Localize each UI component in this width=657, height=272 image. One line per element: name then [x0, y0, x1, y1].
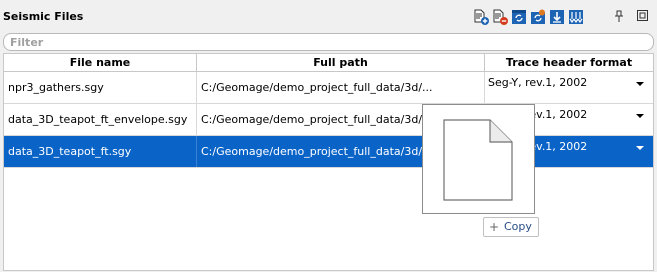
reload-icon[interactable] — [530, 9, 546, 25]
table-row[interactable]: npr3_gathers.sgy C:/Geomage/demo_project… — [4, 72, 653, 104]
chevron-down-icon[interactable] — [636, 114, 644, 118]
table-header: File name Full path Trace header format — [4, 54, 653, 72]
table-row[interactable]: data_3D_teapot_ft_envelope.sgy C:/Geomag… — [4, 104, 653, 136]
pin-icon[interactable] — [614, 10, 624, 22]
table-row-selected[interactable]: data_3D_teapot_ft.sgy C:/Geomage/demo_pr… — [4, 136, 653, 168]
document-icon — [443, 119, 513, 201]
copy-drop-badge: + Copy — [483, 217, 539, 237]
add-file-icon[interactable] — [473, 9, 489, 25]
refresh-icon[interactable] — [511, 9, 527, 25]
full-path-cell: C:/Geomage/demo_project_full_data/3d/... — [197, 72, 485, 103]
float-window-icon[interactable] — [637, 10, 648, 21]
column-header-full-path[interactable]: Full path — [197, 54, 485, 71]
file-name-cell: data_3D_teapot_ft.sgy — [4, 136, 197, 167]
plus-icon: + — [489, 220, 500, 234]
download-icon[interactable] — [549, 9, 565, 25]
seismic-files-table: File name Full path Trace header format … — [3, 53, 654, 271]
copy-label: Copy — [504, 220, 532, 233]
filter-field[interactable] — [3, 33, 654, 51]
column-header-trace-header-format[interactable]: Trace header format — [485, 54, 653, 71]
filter-input[interactable] — [10, 35, 610, 49]
toolbar — [473, 8, 587, 26]
drag-preview — [422, 104, 535, 214]
panel-titlebar: Seismic Files — [0, 0, 657, 32]
remove-file-icon[interactable] — [492, 9, 508, 25]
chevron-down-icon[interactable] — [636, 146, 644, 150]
file-name-cell: npr3_gathers.sgy — [4, 72, 197, 103]
file-name-cell: data_3D_teapot_ft_envelope.sgy — [4, 104, 197, 135]
column-header-file-name[interactable]: File name — [4, 54, 197, 71]
import-traces-icon[interactable] — [568, 9, 584, 25]
panel-title: Seismic Files — [3, 10, 84, 23]
trace-header-format-dropdown[interactable]: Seg-Y, rev.1, 2002 — [485, 72, 653, 103]
trace-header-format-value: Seg-Y, rev.1, 2002 — [488, 76, 588, 89]
chevron-down-icon[interactable] — [636, 82, 644, 86]
